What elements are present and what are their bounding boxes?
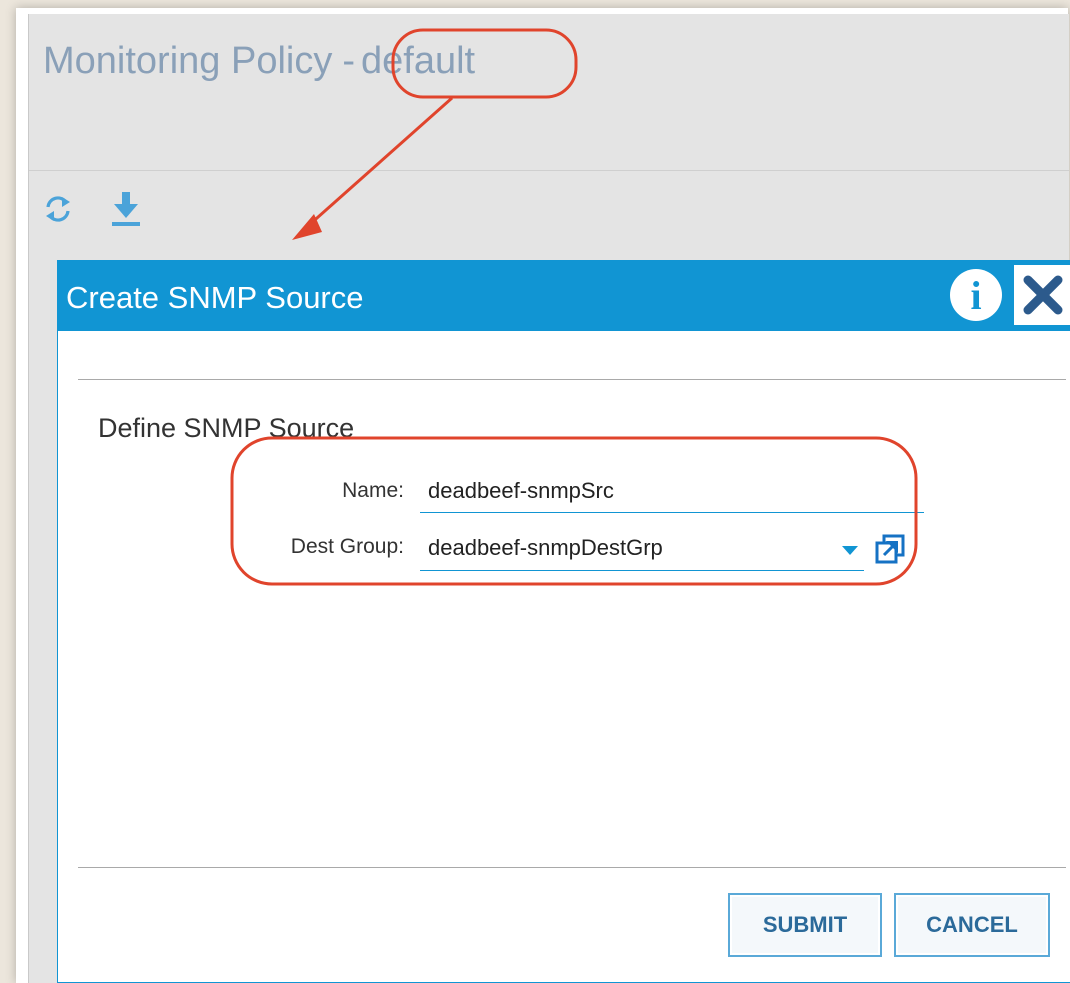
refresh-icon[interactable] [43,194,73,224]
name-label: Name: [342,479,404,502]
page-title-policy-name: default [361,40,476,82]
cancel-button[interactable]: CANCEL [894,893,1050,957]
chevron-down-icon[interactable] [840,543,860,557]
dialog-title: Create SNMP Source [66,280,364,315]
create-snmp-source-dialog: Create SNMP Source i Define SNMP Source … [57,260,1070,983]
close-button[interactable] [1014,265,1070,325]
open-in-new-window-icon[interactable] [874,533,906,565]
download-icon[interactable] [109,190,143,228]
dialog-bottom-divider [78,867,1066,868]
name-input[interactable]: deadbeef-snmpSrc [420,471,924,513]
section-title: Define SNMP Source [98,413,355,443]
page-title: Monitoring Policy - default [43,40,475,83]
close-icon [1023,275,1063,315]
page-title-prefix: Monitoring Policy [43,40,333,82]
policy-window: Monitoring Policy - default Create SNMP So… [28,14,1070,983]
dest-group-label: Dest Group: [290,535,404,558]
info-button[interactable]: i [950,269,1002,321]
header-divider [29,170,1069,171]
submit-button[interactable]: SUBMIT [728,893,882,957]
dest-group-select[interactable]: deadbeef-snmpDestGrp [420,527,864,571]
page-title-separator: - [342,40,355,82]
dialog-top-divider [78,379,1066,380]
dialog-header: Create SNMP Source i [58,261,1070,331]
